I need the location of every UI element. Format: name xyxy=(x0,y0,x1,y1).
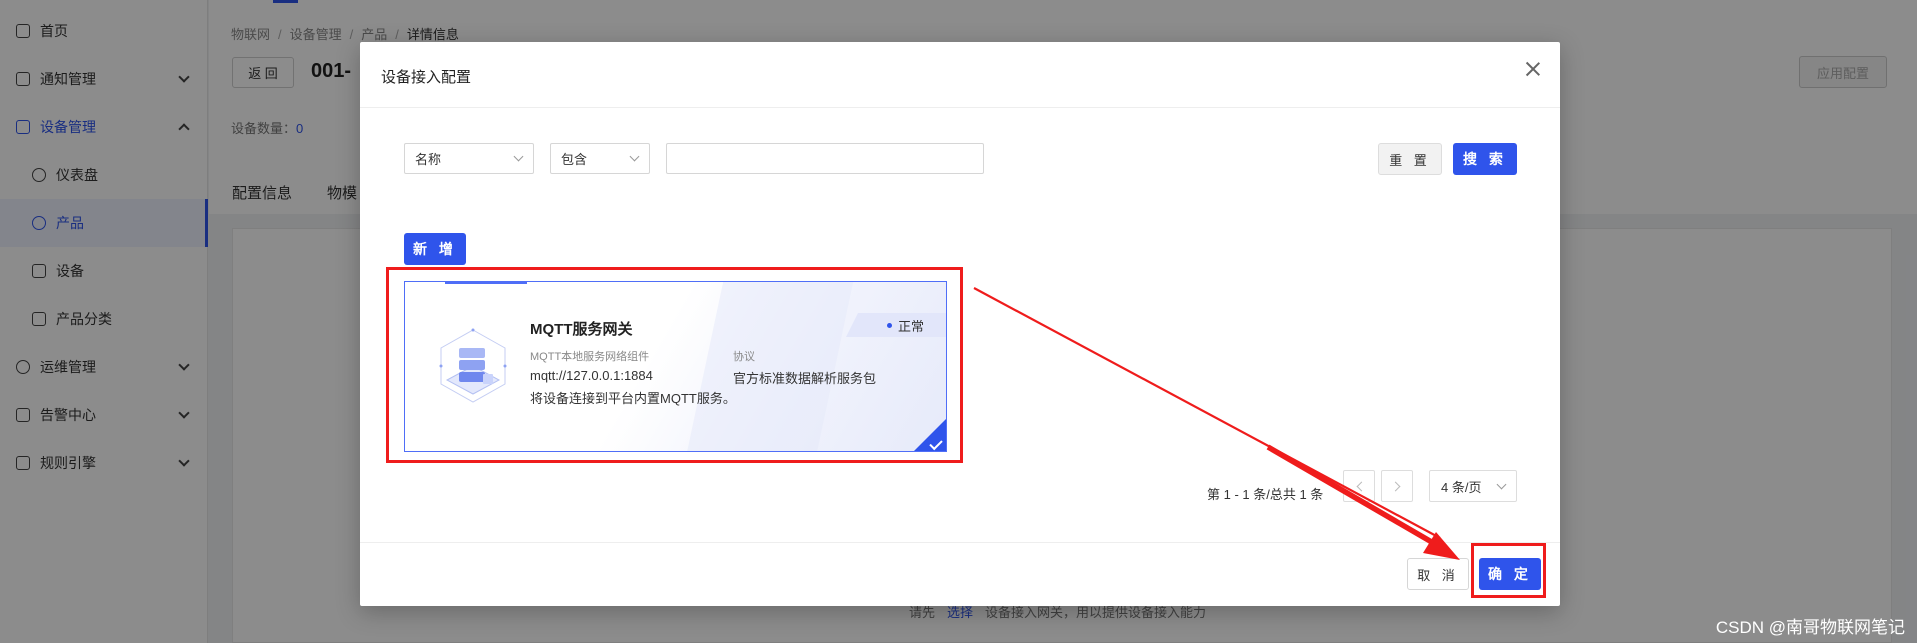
modal-header: 设备接入配置 xyxy=(360,42,1560,108)
next-page-button[interactable] xyxy=(1381,470,1413,502)
annotation-box-card xyxy=(386,267,963,463)
pagination-total: 第 1 - 1 条/总共 1 条 xyxy=(1207,487,1324,502)
watermark: CSDN @南哥物联网笔记 xyxy=(1715,618,1905,637)
search-button[interactable]: 搜 索 xyxy=(1453,143,1517,175)
filter-field-value: 名称 xyxy=(415,152,442,167)
page-size-select[interactable]: 4 条/页 xyxy=(1429,470,1517,502)
filter-field-select[interactable]: 名称 xyxy=(404,143,534,174)
modal-title: 设备接入配置 xyxy=(381,69,472,86)
chevron-down-icon xyxy=(513,151,524,162)
filter-operator-value: 包含 xyxy=(561,152,588,167)
reset-button[interactable]: 重 置 xyxy=(1378,143,1442,175)
page-size-value: 4 条/页 xyxy=(1441,479,1482,495)
add-button[interactable]: 新 增 xyxy=(404,233,466,265)
chevron-left-icon xyxy=(1356,481,1367,492)
chevron-right-icon xyxy=(1390,481,1401,492)
cancel-button[interactable]: 取 消 xyxy=(1407,558,1469,590)
chevron-down-icon xyxy=(629,151,640,162)
filter-operator-select[interactable]: 包含 xyxy=(550,143,650,174)
annotation-box-confirm xyxy=(1471,543,1546,598)
prev-page-button[interactable] xyxy=(1343,470,1375,502)
modal-footer-divider xyxy=(360,542,1560,543)
close-icon[interactable] xyxy=(1520,56,1546,82)
filter-keyword-input[interactable] xyxy=(666,143,984,174)
chevron-down-icon xyxy=(1496,479,1507,490)
